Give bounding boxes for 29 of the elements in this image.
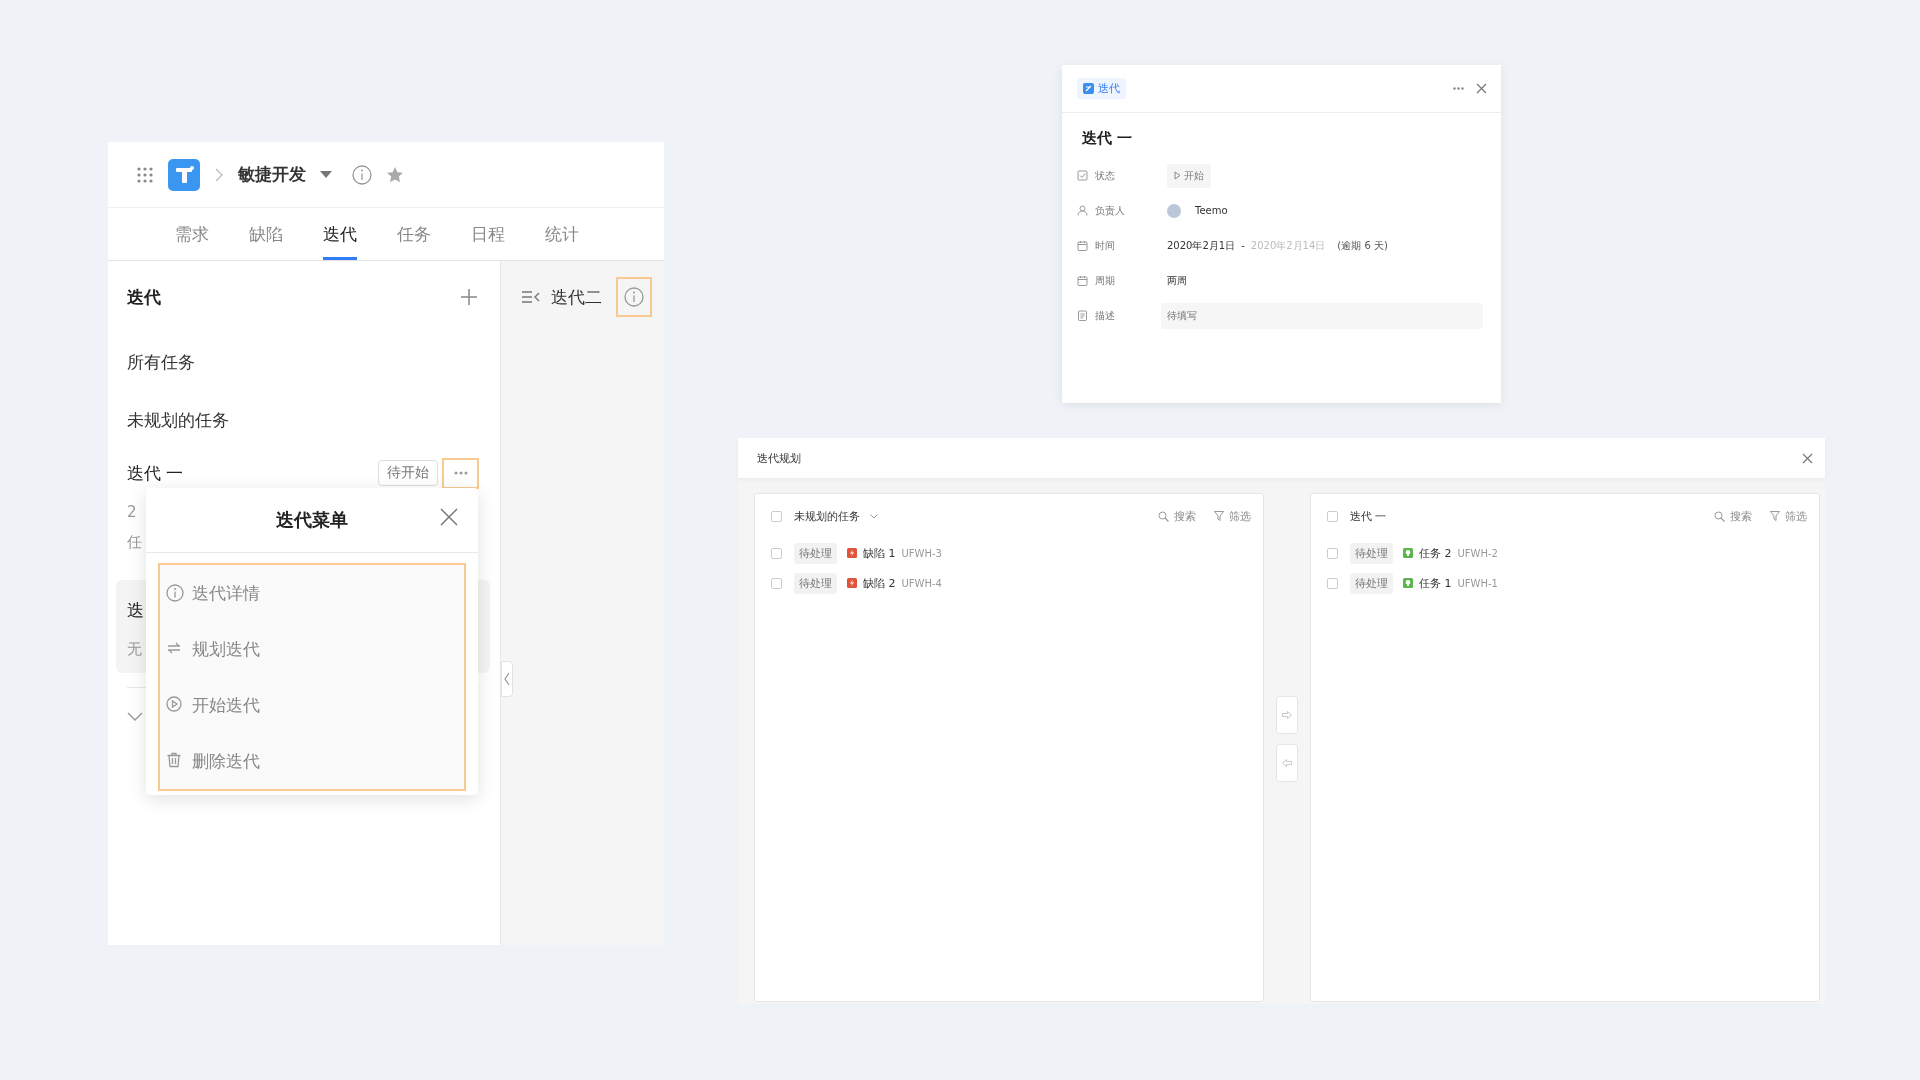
item-key: UFWH-3	[901, 547, 942, 559]
field-label: 周期	[1095, 273, 1115, 288]
end-date: 2020年2月14日	[1250, 238, 1326, 253]
date-separator: -	[1241, 240, 1245, 251]
iteration-detail: 任	[127, 533, 142, 552]
menu-title: 迭代菜单	[276, 508, 348, 532]
field-label: 负责人	[1095, 203, 1125, 218]
start-date: 2020年2月1日	[1167, 238, 1236, 253]
overdue-note: (逾期 6 天)	[1337, 238, 1388, 253]
status-badge: 待开始	[378, 460, 438, 486]
status-tag: 待处理	[1350, 542, 1393, 564]
field-label: 描述	[1095, 308, 1115, 323]
field-label: 时间	[1095, 238, 1115, 253]
item-key: UFWH-1	[1457, 577, 1498, 589]
dialog-title: 迭代 一	[1081, 128, 1134, 149]
item-key: UFWH-4	[901, 577, 942, 589]
iteration-title: 迭代二	[551, 285, 602, 309]
type-tag: 迭代	[1077, 78, 1126, 99]
dialog-title: 迭代规划	[757, 450, 801, 466]
status-tag: 待处理	[1350, 572, 1393, 594]
status-tag: 待处理	[794, 572, 837, 594]
iteration-detail: 2	[127, 503, 137, 521]
item-key: UFWH-2	[1457, 547, 1498, 559]
status-tag: 待处理	[794, 542, 837, 564]
owner-name: Teemo	[1195, 205, 1228, 216]
field-label: 状态	[1095, 168, 1115, 183]
field-value: 两周	[1167, 273, 1187, 288]
sidebar-title: 迭代	[127, 285, 161, 309]
iteration-detail: 无	[127, 640, 142, 659]
